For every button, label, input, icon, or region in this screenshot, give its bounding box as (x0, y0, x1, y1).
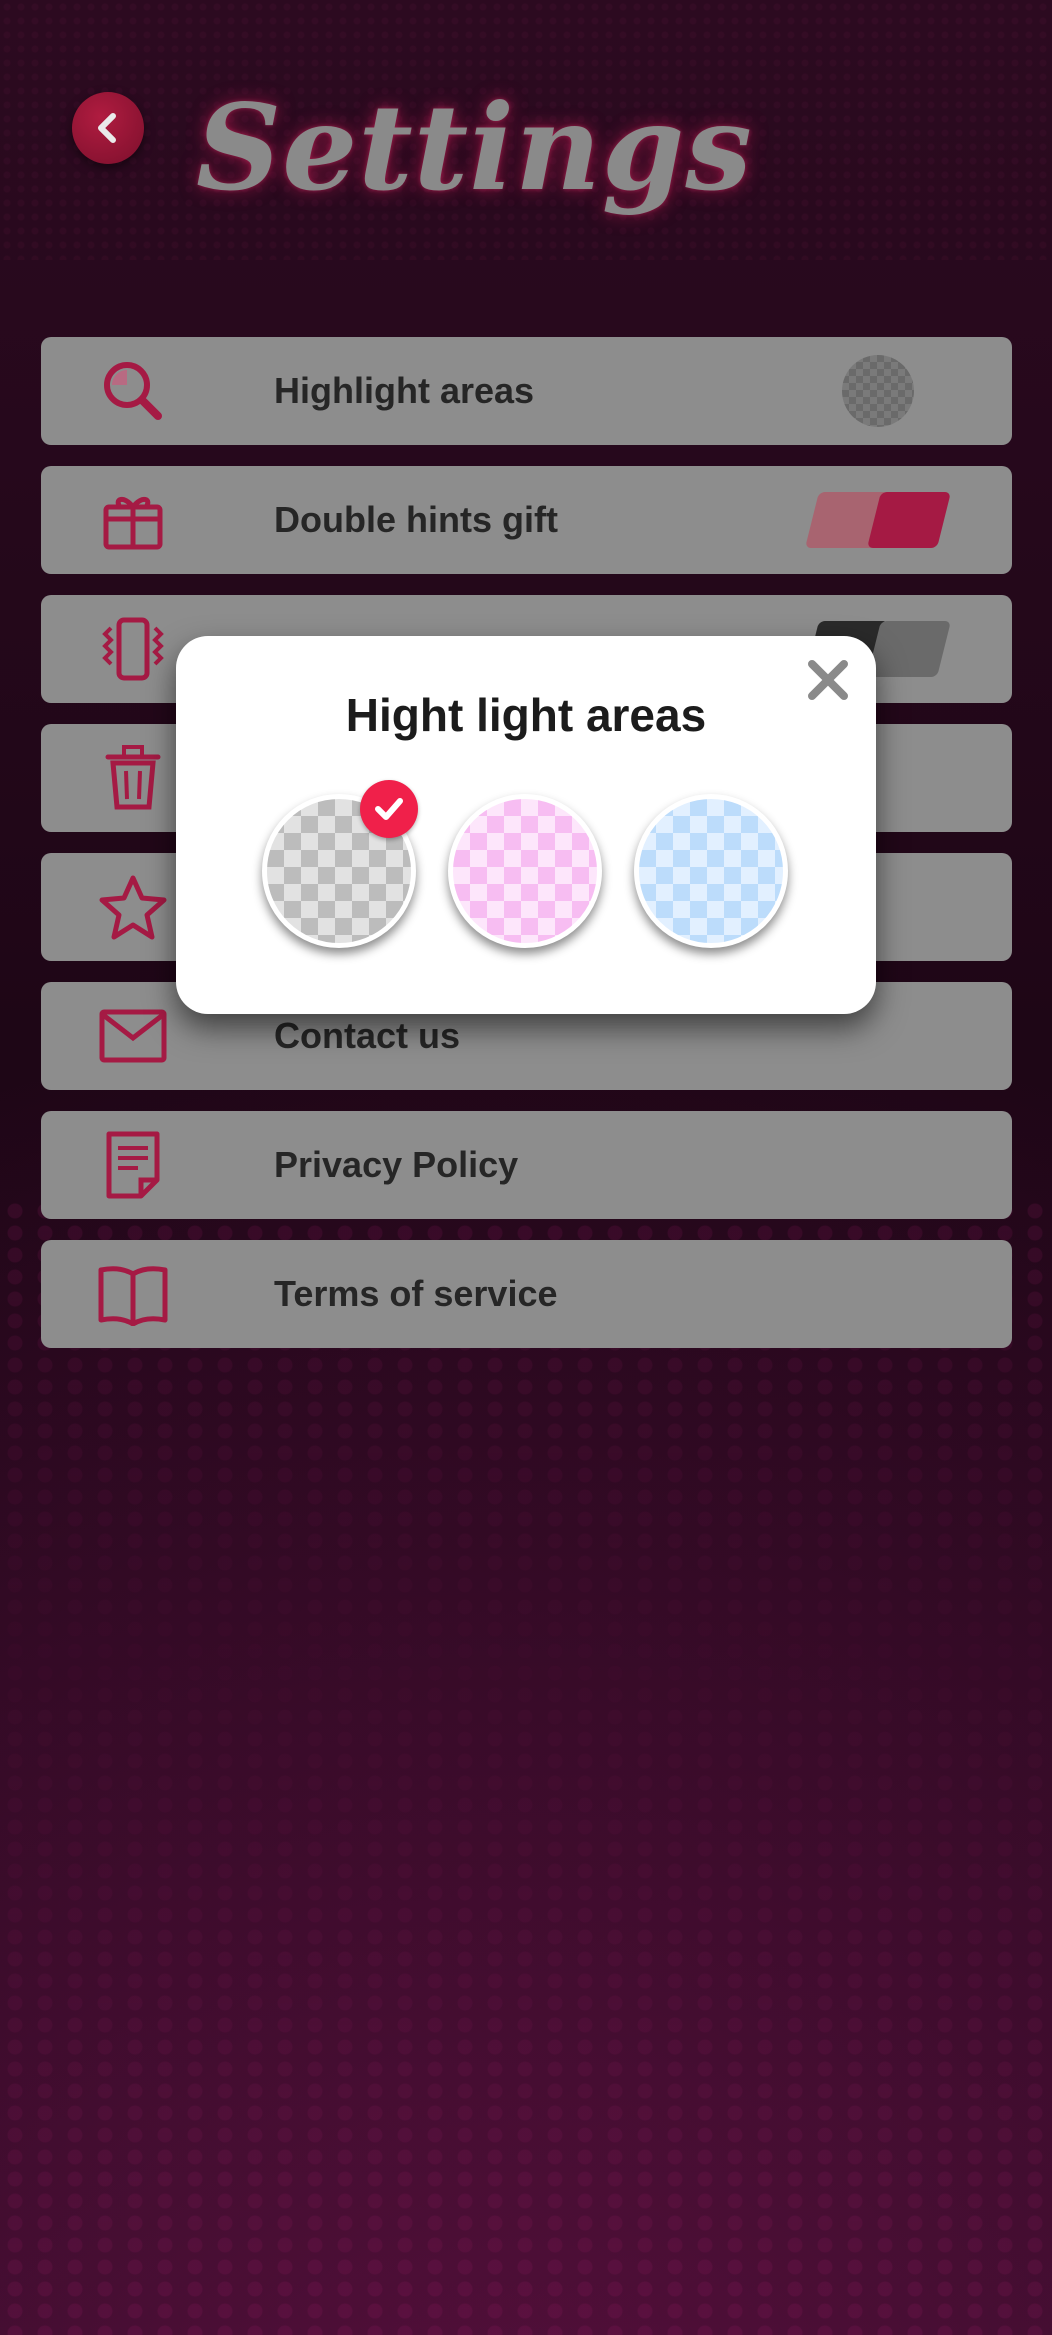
setting-label: Terms of service (274, 1273, 558, 1314)
highlight-option-pink[interactable] (448, 794, 602, 948)
setting-double-hints-gift[interactable]: Double hints gift (41, 466, 1012, 574)
dialog-title: Hight light areas (345, 689, 707, 741)
setting-highlight-areas[interactable]: Highlight areas (41, 337, 1012, 445)
highlight-areas-dialog: Hight light areas (176, 636, 876, 1014)
selected-check-badge (360, 780, 418, 838)
page-title: Settings (196, 78, 753, 217)
gift-icon (95, 482, 171, 558)
mail-icon (95, 998, 171, 1074)
star-icon (95, 869, 171, 945)
double-hints-toggle[interactable] (805, 492, 951, 548)
chevron-left-icon (98, 113, 116, 143)
setting-privacy-policy[interactable]: Privacy Policy (41, 1111, 1012, 1219)
document-icon (95, 1127, 171, 1203)
checkmark-icon (375, 798, 403, 820)
trash-icon (95, 740, 171, 816)
book-icon (95, 1256, 171, 1332)
setting-terms-of-service[interactable]: Terms of service (41, 1240, 1012, 1348)
magnifier-icon (95, 353, 171, 429)
vibrate-phone-icon (95, 611, 171, 687)
setting-label: Privacy Policy (274, 1144, 519, 1185)
back-button[interactable] (72, 92, 144, 164)
highlight-color-swatch[interactable] (842, 355, 914, 427)
setting-label: Double hints gift (274, 499, 558, 540)
setting-label: Highlight areas (274, 370, 535, 411)
background-pattern (0, 1200, 1052, 2335)
setting-label: Contact us (274, 1015, 461, 1056)
highlight-option-blue[interactable] (634, 794, 788, 948)
